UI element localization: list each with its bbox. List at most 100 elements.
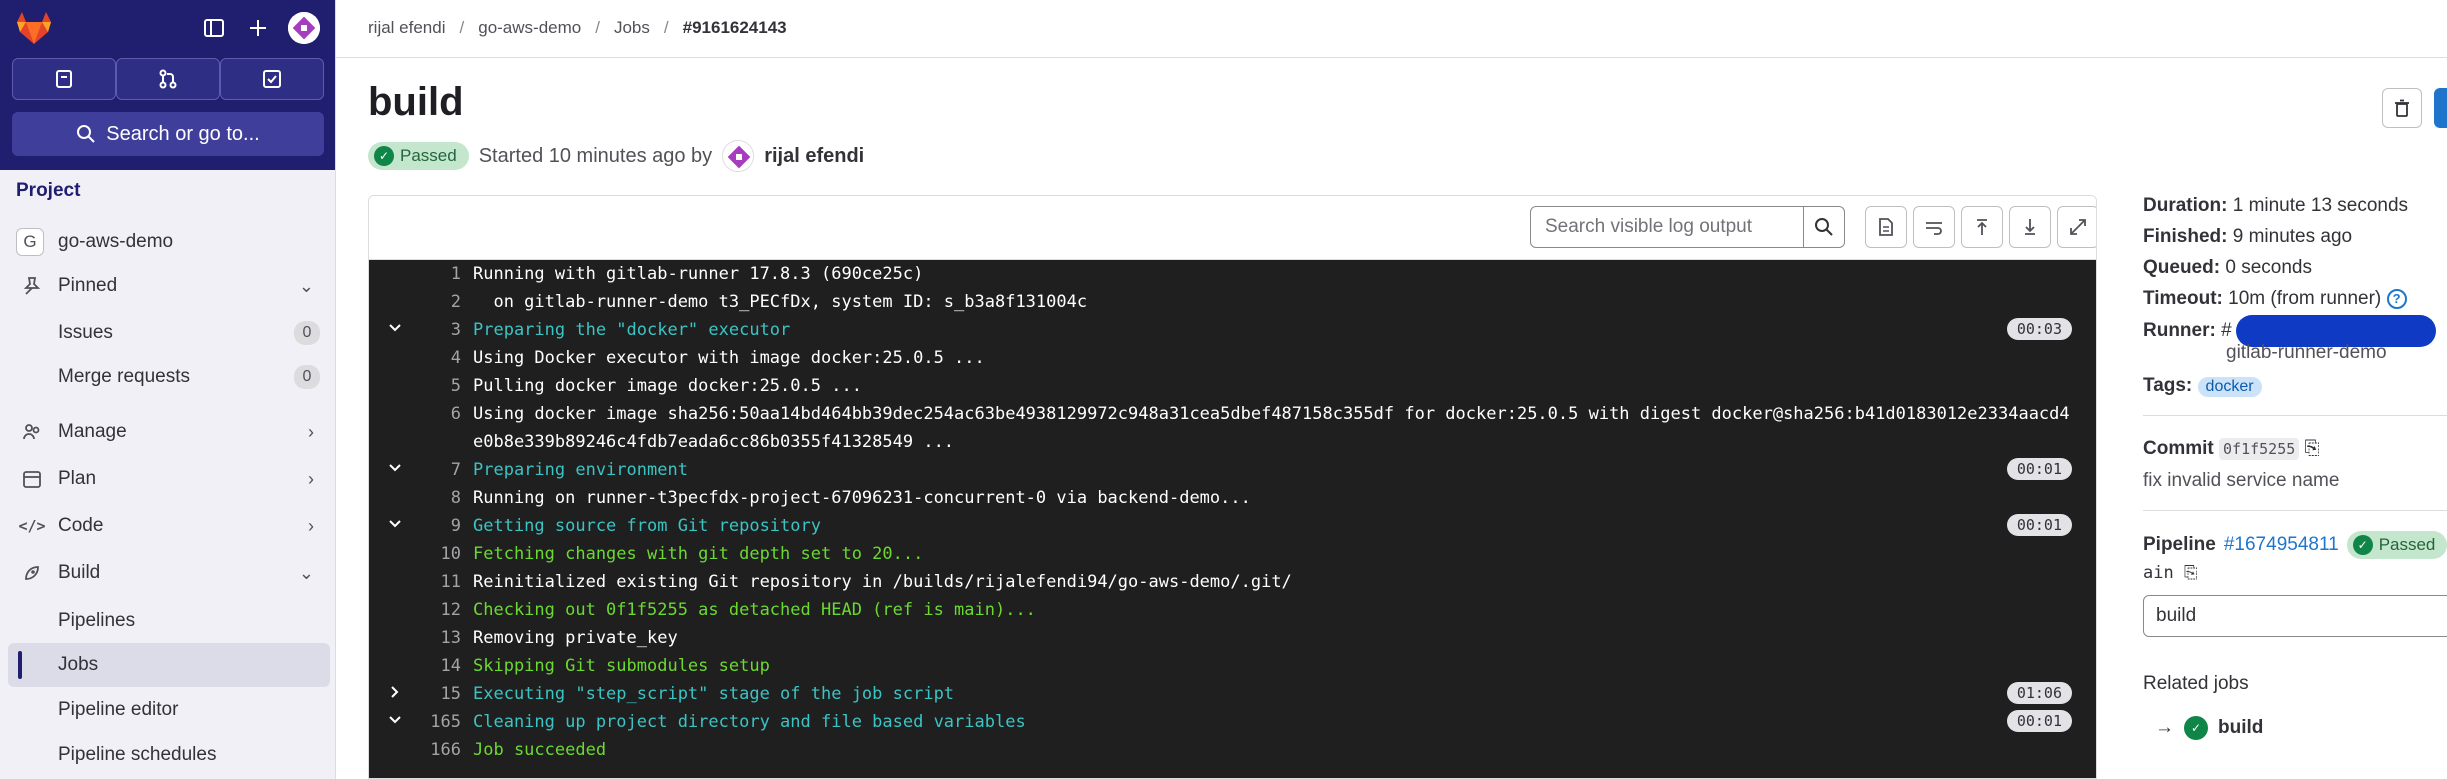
sidebar: Search or go to... Project G go-aws-demo… [0,0,336,779]
log-line-text: Reinitialized existing Git repository in… [473,572,1292,592]
commit-sha[interactable]: 0f1f5255 [2219,438,2300,460]
log-line-number[interactable]: 3 [409,320,461,340]
chevron-right-icon: › [308,515,314,536]
log-line-number[interactable]: 14 [409,656,461,676]
retry-button[interactable] [2434,88,2447,128]
sidebar-item-label: Pipelines [58,610,136,631]
log-line-number[interactable]: 165 [409,712,461,732]
log-search-button[interactable] [1803,206,1845,248]
sidebar-item-issues[interactable]: Issues 0 [0,311,336,355]
related-job-item[interactable]: → ✓ build [2155,716,2263,740]
sidebar-item-plan[interactable]: Plan › [0,457,336,501]
scroll-to-top-button[interactable] [1961,206,2003,248]
log-line: 10 Fetching changes with git depth set to… [369,544,2096,572]
toggle-sidebar-icon[interactable] [200,14,228,42]
sidebar-item-pipeline-schedules[interactable]: Pipeline schedules [0,733,336,777]
sidebar-item-manage[interactable]: Manage › [0,410,336,454]
section-title: Project [16,180,81,201]
log-line-number[interactable]: 1 [409,264,461,284]
sidebar-item-merge-requests[interactable]: Merge requests 0 [0,355,336,399]
chevron-right-icon: › [308,468,314,489]
tags-label: Tags: [2143,375,2193,396]
runner-name[interactable]: gitlab-runner-demo [2226,342,2387,364]
chevron-down-icon[interactable] [387,320,403,340]
section-duration-badge: 00:01 [2006,710,2072,732]
wrap-icon [1926,222,1942,235]
stage-select[interactable]: build [2143,595,2447,637]
issues-shortcut-button[interactable] [12,58,116,100]
sidebar-item-jobs[interactable]: Jobs [8,643,330,687]
search-button[interactable]: Search or go to... [12,112,324,156]
log-line: 166 Job succeeded [369,740,2096,768]
log-line-number[interactable]: 5 [409,376,461,396]
wrap-lines-button[interactable] [1913,206,1955,248]
chevron-right-icon[interactable] [387,684,403,704]
chevron-down-icon[interactable] [387,516,403,536]
breadcrumb-item[interactable]: rijal efendi [368,18,446,38]
log-line-number[interactable]: 9 [409,516,461,536]
fullscreen-button[interactable] [2057,206,2096,248]
scroll-down-icon [2025,219,2035,235]
project-avatar: G [16,228,44,256]
project-link[interactable]: G go-aws-demo [0,220,336,264]
merge-requests-shortcut-button[interactable] [116,58,220,100]
copy-icon[interactable]: ⎘ [2184,563,2198,583]
log-line-number[interactable]: 12 [409,600,461,620]
sidebar-item-pipeline-editor[interactable]: Pipeline editor [0,688,336,732]
status-label: Passed [400,146,457,165]
gitlab-logo-icon[interactable] [14,10,54,46]
page-title: build [368,80,464,124]
commit-message: fix invalid service name [2143,470,2340,491]
log-search-input[interactable]: Search visible log output [1530,206,1804,248]
branch-name[interactable]: ain [2143,563,2174,583]
sidebar-item-label: Plan [58,468,97,489]
sidebar-item-code[interactable]: </> Code › [0,504,336,548]
active-indicator [18,651,22,679]
planning-icon [20,467,44,491]
sidebar-item-build[interactable]: Build ⌄ [0,551,336,595]
log-line: 9 Getting source from Git repository 00:01 [369,514,2096,544]
scroll-to-bottom-button[interactable] [2009,206,2051,248]
log-line-number[interactable]: 2 [409,292,461,312]
timeout-row: Timeout: 10m (from runner) ? [2143,288,2407,310]
log-line-text: Running with gitlab-runner 17.8.3 (690ce… [473,264,924,284]
breadcrumb-current[interactable]: #9161624143 [683,18,787,38]
log-output: 1 Running with gitlab-runner 17.8.3 (690c… [369,260,2096,778]
log-line-text: Fetching changes with git depth set to 2… [473,544,924,564]
log-line-text: Running on runner-t3pecfdx-project-67096… [473,488,1251,508]
sidebar-header: Search or go to... [0,0,335,170]
log-line-number[interactable]: 15 [409,684,461,704]
finished-label: Finished: [2143,226,2228,247]
log-line-text: Executing "step_script" stage of the job… [473,684,955,704]
log-line-number[interactable]: 11 [409,572,461,592]
show-raw-button[interactable] [1865,206,1907,248]
pipeline-link[interactable]: #1674954811 [2224,534,2339,556]
pipeline-status-badge[interactable]: ✓ Passed [2346,531,2447,559]
status-badge[interactable]: ✓ Passed [368,142,469,170]
log-line-text: Checking out 0f1f5255 as detached HEAD (… [473,600,1036,620]
chevron-down-icon[interactable] [387,460,403,480]
user-avatar[interactable] [288,12,320,44]
todos-shortcut-button[interactable] [220,58,324,100]
log-line-number[interactable]: 13 [409,628,461,648]
log-line-number[interactable]: 10 [409,544,461,564]
log-line-number[interactable]: 4 [409,348,461,368]
log-line-number[interactable]: 7 [409,460,461,480]
user-name-link[interactable]: rijal efendi [764,145,864,168]
sidebar-item-pinned[interactable]: Pinned ⌄ [0,264,336,308]
log-line-number[interactable]: 166 [409,740,461,760]
copy-icon[interactable]: ⎘ [2305,438,2320,459]
log-line-number[interactable]: 6 [409,404,461,424]
breadcrumb-item[interactable]: Jobs [614,18,650,38]
delete-button[interactable] [2382,88,2422,128]
chevron-down-icon[interactable] [387,712,403,732]
queued-row: Queued: 0 seconds [2143,257,2312,279]
duration-row: Duration: 1 minute 13 seconds [2143,195,2408,217]
sidebar-item-pipelines[interactable]: Pipelines [0,599,336,643]
scroll-up-icon [1977,219,1987,235]
help-icon[interactable]: ? [2386,288,2407,309]
avatar[interactable] [722,140,755,172]
log-line-number[interactable]: 8 [409,488,461,508]
breadcrumb-item[interactable]: go-aws-demo [478,18,581,38]
plus-icon[interactable] [244,14,272,42]
